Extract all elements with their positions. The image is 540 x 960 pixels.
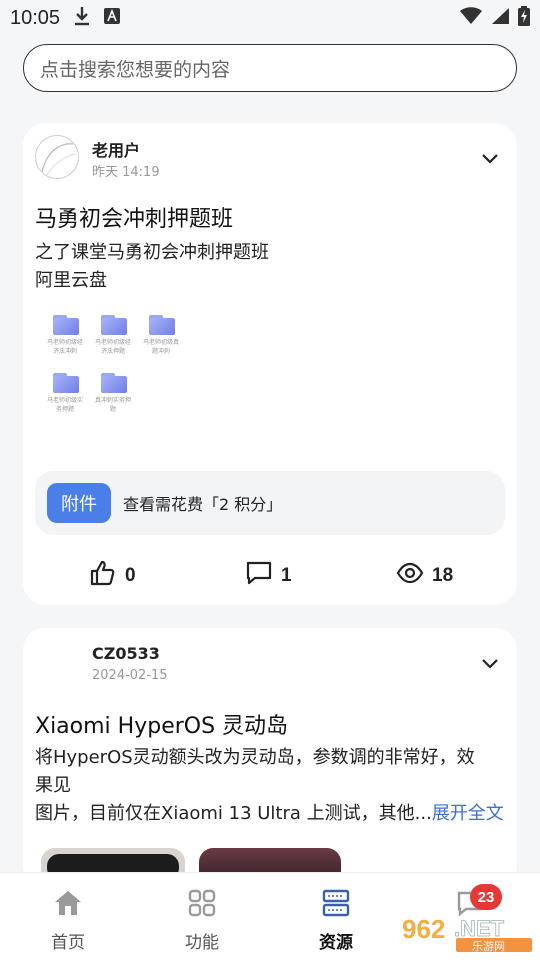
status-bar: 10:05: [0, 0, 540, 36]
grid-icon: [188, 889, 216, 922]
like-button[interactable]: 0: [89, 559, 136, 593]
notification-badge: 23: [470, 884, 502, 910]
attachment-cost[interactable]: 查看需花费「2 积分」: [123, 491, 282, 515]
signal-icon: [490, 7, 510, 29]
post-time: 昨天 14:19: [92, 165, 160, 180]
attachment-tag[interactable]: 附件: [47, 483, 111, 523]
like-count: 0: [125, 565, 136, 586]
post-desc-line: 图片，目前仅在Xiaomi 13 Ultra 上测试，其他...展开全文: [35, 800, 504, 828]
comment-button[interactable]: 1: [245, 561, 292, 591]
file-name: 马老师初级经济法押题: [94, 339, 131, 355]
comment-count: 1: [281, 565, 292, 586]
server-icon: [322, 889, 350, 922]
nav-home[interactable]: 首页: [28, 889, 108, 953]
post-title[interactable]: 马勇初会冲刺押题班: [35, 201, 233, 233]
post-desc-line: 阿里云盘: [35, 270, 107, 291]
nav-resources[interactable]: 资源: [296, 889, 376, 953]
wifi-icon: [460, 7, 482, 29]
post-desc-line: 将HyperOS灵动额头改为灵动岛，参数调的非常好，效: [35, 747, 475, 768]
file-preview-image[interactable]: 马老师初级经济法冲刺 马老师初级经济法押题 马老师初级真题冲刺 马老师初级实务押…: [45, 313, 225, 423]
chevron-down-icon[interactable]: [479, 147, 501, 169]
author-name[interactable]: 老用户: [92, 137, 140, 161]
nav-label: 资源: [319, 933, 353, 953]
download-icon: [74, 6, 90, 30]
watermark-logo: 962 .NET 乐游网: [400, 912, 536, 953]
post-desc-line: 之了课堂马勇初会冲刺押题班: [35, 242, 269, 263]
search-placeholder: 点击搜索您想要的内容: [40, 58, 231, 81]
svg-text:.NET: .NET: [454, 916, 505, 941]
home-icon: [53, 889, 83, 922]
view-count-stat: 18: [396, 561, 453, 591]
eye-icon: [396, 559, 424, 593]
svg-text:乐游网: 乐游网: [472, 940, 505, 952]
comment-icon: [245, 559, 273, 593]
expand-link[interactable]: 展开全文: [432, 803, 504, 824]
post-card[interactable]: CZ0533 2024-02-15 Xiaomi HyperOS 灵动岛 将Hy…: [23, 628, 517, 888]
status-time: 10:05: [10, 6, 61, 29]
post-card[interactable]: 老用户 昨天 14:19 马勇初会冲刺押题班 之了课堂马勇初会冲刺押题班 阿里云…: [23, 123, 517, 605]
battery-icon: [518, 6, 530, 30]
post-time: 2024-02-15: [92, 668, 168, 683]
file-name: 真冲刺实务押题: [94, 397, 131, 413]
file-name: 马老师初级实务押题: [46, 397, 83, 413]
attachment-box[interactable]: 附件 查看需花费「2 积分」: [35, 471, 505, 535]
post-desc-line: 果见: [35, 775, 71, 796]
nav-label: 功能: [185, 933, 219, 953]
search-input[interactable]: 点击搜索您想要的内容: [23, 44, 517, 92]
chevron-down-icon[interactable]: [479, 652, 501, 674]
avatar[interactable]: [35, 135, 79, 179]
font-a-icon: [104, 8, 121, 28]
view-count: 18: [432, 565, 454, 586]
file-name: 马老师初级真题冲刺: [142, 339, 179, 355]
nav-label: 首页: [51, 933, 85, 953]
post-desc-text: 图片，目前仅在Xiaomi 13 Ultra 上测试，其他...: [35, 803, 432, 824]
nav-functions[interactable]: 功能: [162, 889, 242, 953]
thumbs-up-icon: [89, 559, 117, 593]
post-title[interactable]: Xiaomi HyperOS 灵动岛: [35, 708, 288, 740]
author-name[interactable]: CZ0533: [92, 644, 160, 663]
post-stats: 0 1 18: [23, 559, 517, 593]
file-name: 马老师初级经济法冲刺: [46, 339, 83, 355]
svg-text:962: 962: [402, 914, 445, 944]
